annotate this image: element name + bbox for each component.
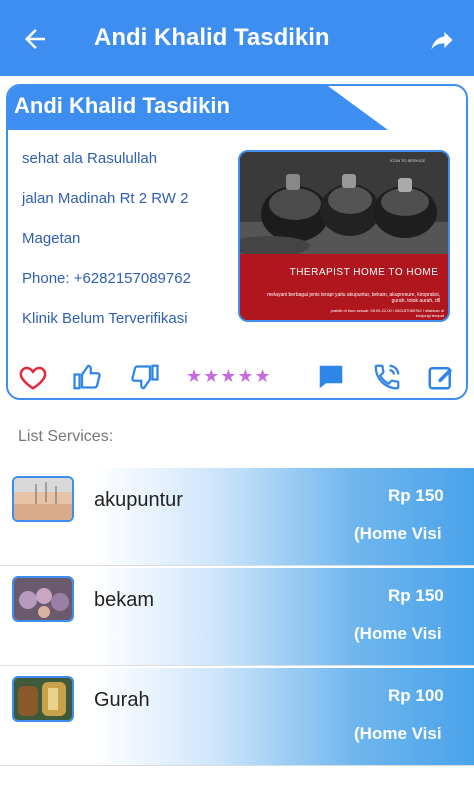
phone-call-icon[interactable] xyxy=(372,362,402,392)
service-row[interactable]: akupuntur Rp 150 (Home Visi xyxy=(0,468,474,566)
share-icon[interactable] xyxy=(428,26,456,54)
service-price: Rp 150 xyxy=(388,486,444,505)
profile-photo[interactable]: ICON TO SERVICE THERAPIST HOME TO HOME m… xyxy=(238,150,450,322)
profile-city: Magetan xyxy=(22,230,81,247)
profile-name: Andi Khalid Tasdikin xyxy=(14,93,230,118)
profile-tagline: sehat ala Rasulullah xyxy=(22,150,158,167)
service-price: Rp 150 xyxy=(388,586,444,605)
service-row[interactable]: bekam Rp 150 (Home Visi xyxy=(0,568,474,666)
app-bar: Andi Khalid Tasdikin xyxy=(0,0,474,76)
service-row[interactable]: Gurah Rp 100 (Home Visi xyxy=(0,668,474,766)
profile-card: Andi Khalid Tasdikin sehat ala Rasululla… xyxy=(6,84,468,400)
heart-icon[interactable] xyxy=(18,362,48,392)
edit-icon[interactable] xyxy=(426,362,456,392)
comment-icon[interactable] xyxy=(316,362,346,392)
service-price: Rp 100 xyxy=(388,686,444,705)
verification-status: Klinik Belum Terverifikasi xyxy=(22,310,188,327)
profile-phone[interactable]: Phone: +6282157089762 xyxy=(22,270,191,287)
profile-header: Andi Khalid Tasdikin xyxy=(8,86,388,130)
service-visit-type: (Home Visi xyxy=(354,524,442,543)
service-name: akupuntur xyxy=(94,489,183,511)
service-thumbnail xyxy=(12,476,74,522)
service-thumbnail xyxy=(12,676,74,722)
services-list-title: List Services: xyxy=(18,428,114,445)
photo-footer: praktik di tiuru sesuai: 08.00-22.00 / 0… xyxy=(330,308,444,318)
photo-text: melayani berbagai jenis terapi yaitu aku… xyxy=(267,292,440,304)
service-visit-type: (Home Visi xyxy=(354,724,442,743)
profile-address: jalan Madinah Rt 2 RW 2 xyxy=(22,190,189,207)
service-name: bekam xyxy=(94,589,155,611)
service-thumbnail xyxy=(12,576,74,622)
thumbs-up-icon[interactable] xyxy=(72,362,102,392)
service-visit-type: (Home Visi xyxy=(354,624,442,643)
action-bar: ★★★★★ xyxy=(8,362,466,396)
service-name: Gurah xyxy=(94,689,150,711)
star-rating-icon[interactable]: ★★★★★ xyxy=(186,366,272,387)
photo-title: THERAPIST HOME TO HOME xyxy=(289,267,439,278)
page-title: Andi Khalid Tasdikin xyxy=(94,24,330,51)
arrow-back-icon[interactable] xyxy=(20,24,50,54)
thumbs-down-icon[interactable] xyxy=(130,362,160,392)
cupping-image xyxy=(240,152,448,256)
photo-top-text: ICON TO SERVICE xyxy=(390,158,426,163)
